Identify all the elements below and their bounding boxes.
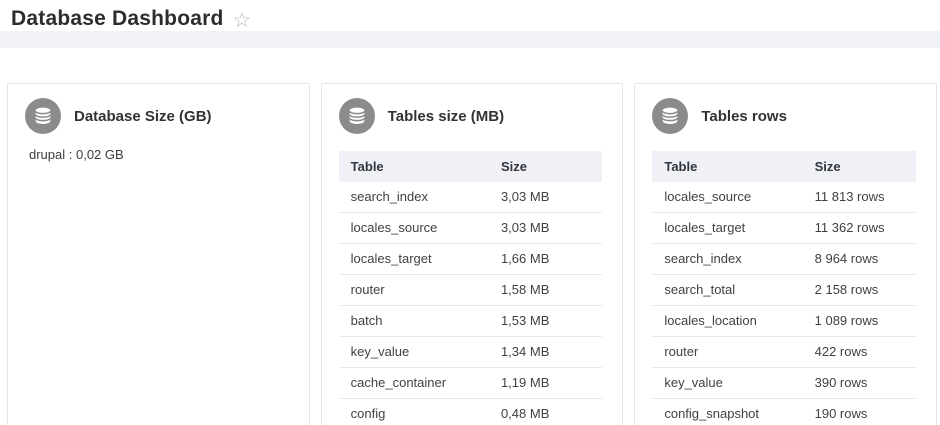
- table-row: router 422 rows: [652, 337, 916, 368]
- cards-container: Database Size (GB) drupal : 0,02 GB Tabl…: [0, 48, 940, 425]
- table-size-cell: 1,34 MB: [489, 337, 602, 368]
- page-header: Database Dashboard ☆: [0, 0, 940, 31]
- favorite-star-icon[interactable]: ☆: [233, 10, 252, 31]
- tables-rows-body: locales_source 11 813 rows locales_targe…: [652, 182, 916, 425]
- table-row: locales_target 1,66 MB: [339, 244, 603, 275]
- table-name-cell: key_value: [339, 337, 489, 368]
- header-divider-strip: [0, 31, 940, 48]
- table-row: search_total 2 158 rows: [652, 275, 916, 306]
- database-icon: [25, 98, 61, 134]
- tables-size-body: search_index 3,03 MB locales_source 3,03…: [339, 182, 603, 425]
- table-row: locales_location 1 089 rows: [652, 306, 916, 337]
- table-size-cell: 1,58 MB: [489, 275, 602, 306]
- table-name-cell: locales_source: [339, 213, 489, 244]
- table-rows-cell: 11 362 rows: [803, 213, 916, 244]
- table-row: batch 1,53 MB: [339, 306, 603, 337]
- table-size-cell: 3,03 MB: [489, 213, 602, 244]
- table-name-cell: locales_target: [652, 213, 802, 244]
- table-row: search_index 8 964 rows: [652, 244, 916, 275]
- card-header: Tables size (MB): [339, 98, 603, 134]
- column-header-table: Table: [339, 151, 489, 182]
- card-tables-rows: Tables rows Table Size locales_source 11…: [634, 83, 937, 425]
- database-icon: [652, 98, 688, 134]
- card-tables-size: Tables size (MB) Table Size search_index…: [321, 83, 624, 425]
- tables-size-table: Table Size search_index 3,03 MB locales_…: [339, 151, 603, 425]
- table-name-cell: locales_location: [652, 306, 802, 337]
- table-rows-cell: 390 rows: [803, 368, 916, 399]
- database-size-value: drupal : 0,02 GB: [29, 147, 289, 162]
- column-header-size: Size: [803, 151, 916, 182]
- table-name-cell: batch: [339, 306, 489, 337]
- table-rows-cell: 8 964 rows: [803, 244, 916, 275]
- card-title: Tables rows: [701, 108, 787, 125]
- table-row: search_index 3,03 MB: [339, 182, 603, 213]
- table-rows-cell: 190 rows: [803, 399, 916, 425]
- table-name-cell: cache_container: [339, 368, 489, 399]
- table-name-cell: config_snapshot: [652, 399, 802, 425]
- table-rows-cell: 1 089 rows: [803, 306, 916, 337]
- table-row: key_value 1,34 MB: [339, 337, 603, 368]
- table-size-cell: 0,48 MB: [489, 399, 602, 425]
- column-header-table: Table: [652, 151, 802, 182]
- table-header-row: Table Size: [652, 151, 916, 182]
- card-database-size: Database Size (GB) drupal : 0,02 GB: [7, 83, 310, 425]
- card-header: Database Size (GB): [25, 98, 289, 134]
- table-name-cell: key_value: [652, 368, 802, 399]
- table-row: locales_target 11 362 rows: [652, 213, 916, 244]
- page-title: Database Dashboard: [11, 7, 224, 31]
- table-name-cell: search_index: [339, 182, 489, 213]
- tables-rows-table: Table Size locales_source 11 813 rows lo…: [652, 151, 916, 425]
- table-name-cell: search_total: [652, 275, 802, 306]
- table-row: locales_source 11 813 rows: [652, 182, 916, 213]
- table-rows-cell: 11 813 rows: [803, 182, 916, 213]
- table-row: locales_source 3,03 MB: [339, 213, 603, 244]
- card-title: Tables size (MB): [388, 108, 504, 125]
- table-name-cell: search_index: [652, 244, 802, 275]
- table-header-row: Table Size: [339, 151, 603, 182]
- table-size-cell: 1,19 MB: [489, 368, 602, 399]
- card-header: Tables rows: [652, 98, 916, 134]
- table-row: config_snapshot 190 rows: [652, 399, 916, 425]
- table-name-cell: router: [339, 275, 489, 306]
- table-row: config 0,48 MB: [339, 399, 603, 425]
- table-row: key_value 390 rows: [652, 368, 916, 399]
- table-name-cell: locales_source: [652, 182, 802, 213]
- column-header-size: Size: [489, 151, 602, 182]
- table-size-cell: 3,03 MB: [489, 182, 602, 213]
- table-row: cache_container 1,19 MB: [339, 368, 603, 399]
- table-rows-cell: 2 158 rows: [803, 275, 916, 306]
- table-row: router 1,58 MB: [339, 275, 603, 306]
- table-name-cell: config: [339, 399, 489, 425]
- table-rows-cell: 422 rows: [803, 337, 916, 368]
- database-icon: [339, 98, 375, 134]
- table-size-cell: 1,53 MB: [489, 306, 602, 337]
- table-name-cell: locales_target: [339, 244, 489, 275]
- table-size-cell: 1,66 MB: [489, 244, 602, 275]
- table-name-cell: router: [652, 337, 802, 368]
- card-title: Database Size (GB): [74, 108, 212, 125]
